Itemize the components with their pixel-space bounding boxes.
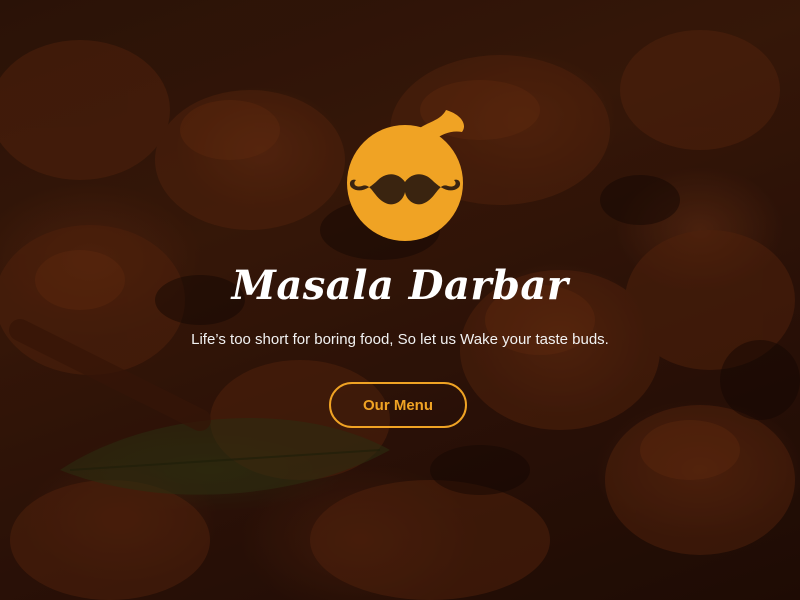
- our-menu-button[interactable]: Our Menu: [329, 382, 467, 428]
- brand-tagline: Life’s too short for boring food, So let…: [191, 331, 609, 348]
- brand-title: Masala Darbar: [231, 262, 569, 309]
- mustache-face-logo-icon: [347, 110, 465, 241]
- hero-section: Masala Darbar Life’s too short for borin…: [0, 0, 800, 600]
